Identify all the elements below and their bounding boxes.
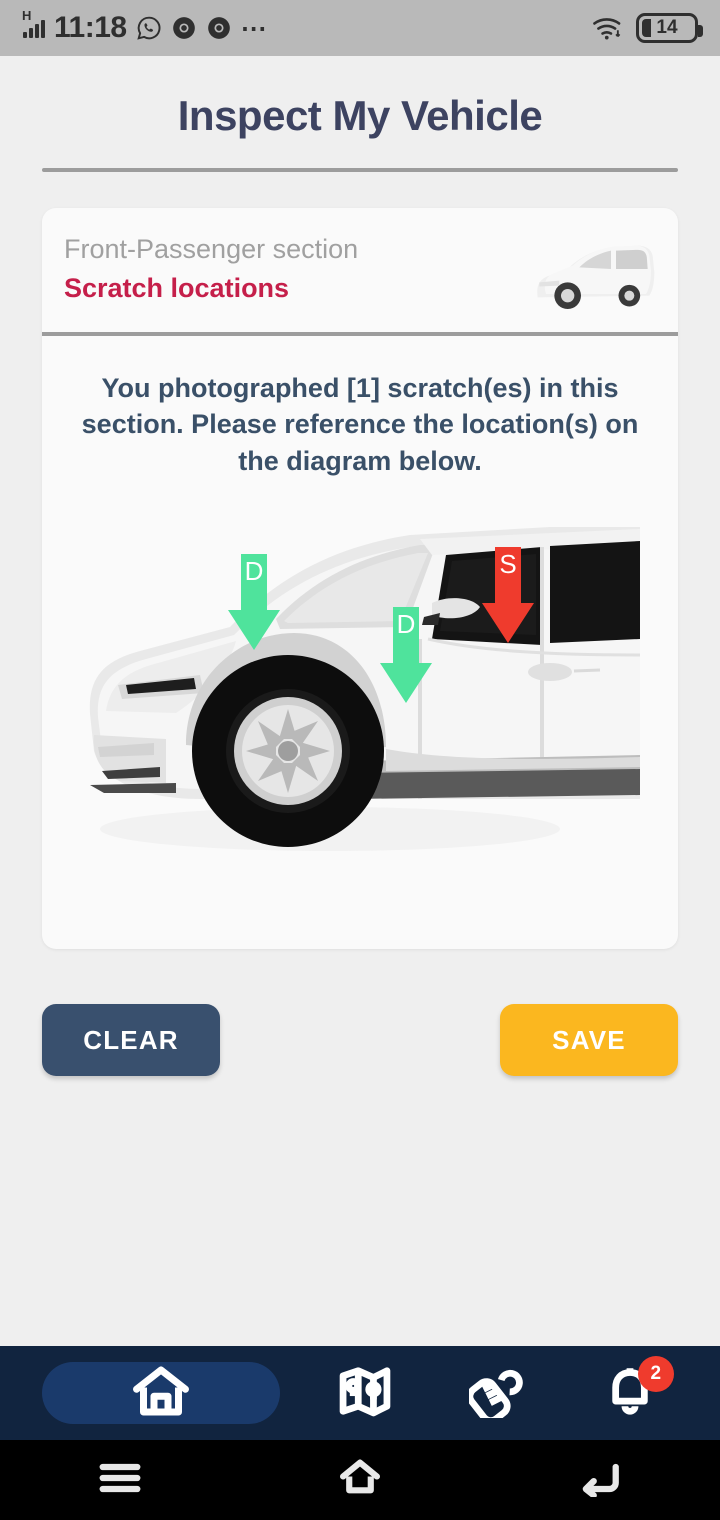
section-label: Front-Passenger section (64, 234, 359, 264)
nav-map[interactable] (317, 1362, 413, 1424)
status-bar-clock: 11:18 (54, 11, 127, 44)
battery-level-label: 14 (656, 17, 678, 38)
page-title: Inspect My Vehicle (177, 92, 543, 139)
damage-type-label: Scratch locations (64, 273, 290, 303)
inspection-card: Front-Passenger section Scratch location… (42, 208, 678, 950)
nav-home[interactable] (42, 1362, 281, 1424)
whatsapp-icon (136, 15, 162, 41)
marker-dent-front-door[interactable]: D (380, 607, 432, 704)
marker-scratch-window[interactable]: S (482, 547, 534, 644)
notification-badge: 2 (637, 1356, 674, 1392)
status-bar: H 11:18 ⋯ 14 (0, 0, 720, 56)
marker-dent-hood[interactable]: D (228, 554, 280, 651)
nav-key[interactable] (449, 1362, 545, 1424)
card-header-text: Front-Passenger section Scratch location… (64, 234, 358, 304)
save-button[interactable]: SAVE (500, 1004, 678, 1077)
clear-button[interactable]: CLEAR (42, 1004, 220, 1077)
back-icon[interactable] (578, 1459, 622, 1502)
car-key-icon (466, 1364, 525, 1424)
recents-icon[interactable] (98, 1460, 142, 1501)
nav-notifications[interactable]: 2 (582, 1356, 678, 1424)
system-navigation-bar (0, 1440, 720, 1520)
battery-indicator: 14 (636, 13, 703, 43)
status-bar-right: 14 (592, 13, 703, 43)
marker-label: D (396, 609, 416, 640)
action-buttons: CLEAR SAVE (0, 949, 720, 1077)
chrome-icon (171, 15, 197, 41)
main-content: Inspect My Vehicle Front-Passenger secti… (0, 56, 720, 1346)
marker-label: D (244, 556, 264, 587)
vehicle-diagram[interactable]: D D S (80, 499, 641, 919)
wifi-icon (592, 13, 624, 43)
app-screen: H 11:18 ⋯ 14 Inspect My Vehicle Front-Pa… (0, 0, 720, 1520)
cellular-signal-icon: H (22, 9, 45, 38)
vehicle-diagram-image (89, 527, 641, 852)
vehicle-thumbnail-icon (531, 234, 656, 314)
bottom-navigation: 2 (0, 1346, 720, 1440)
instructions-text: You photographed [1] scratch(es) in this… (81, 373, 639, 476)
status-bar-left: H 11:18 ⋯ (22, 9, 269, 44)
home-icon[interactable] (338, 1458, 382, 1503)
network-type-label: H (22, 8, 32, 23)
diagram-container[interactable]: D D S (42, 489, 678, 949)
home-icon (131, 1363, 191, 1424)
title-divider (42, 168, 678, 172)
status-overflow-icon: ⋯ (240, 13, 269, 43)
map-icon (337, 1364, 393, 1423)
marker-label: S (499, 549, 517, 580)
chrome-icon (206, 15, 232, 41)
card-header: Front-Passenger section Scratch location… (42, 208, 678, 332)
